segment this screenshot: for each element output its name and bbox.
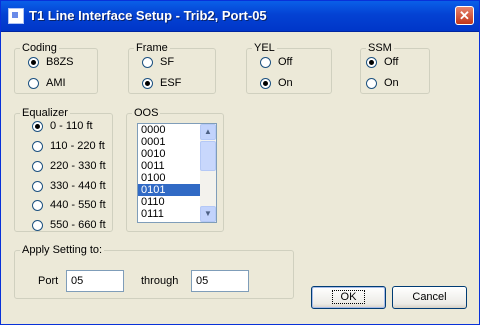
radio-indicator (32, 160, 43, 172)
app-icon (8, 8, 24, 24)
apply-group: Apply Setting to: (14, 244, 294, 299)
radio-label: 550 - 660 ft (50, 219, 106, 231)
radio-yel-on[interactable]: On (260, 77, 293, 89)
radio-frame-sf[interactable]: SF (142, 56, 174, 68)
through-input[interactable]: 05 (191, 270, 249, 292)
radio-eq-440-550[interactable]: 440 - 550 ft (32, 199, 106, 211)
radio-indicator (32, 140, 43, 152)
radio-label: Off (384, 56, 399, 68)
radio-label: Off (278, 56, 293, 68)
radio-indicator (28, 56, 39, 68)
dialog-window: T1 Line Interface Setup - Trib2, Port-05… (0, 0, 480, 325)
equalizer-label: Equalizer (22, 107, 68, 119)
cancel-button[interactable]: Cancel (392, 286, 467, 309)
list-item[interactable]: 0111 (138, 208, 203, 220)
oos-label: OOS (134, 107, 159, 119)
ok-button[interactable]: OK (311, 286, 386, 309)
radio-indicator (32, 219, 43, 231)
radio-ssm-off[interactable]: Off (366, 56, 398, 68)
radio-label: 440 - 550 ft (50, 199, 106, 211)
radio-indicator (32, 180, 43, 192)
port-input[interactable]: 05 (66, 270, 124, 292)
list-item[interactable]: 0010 (138, 148, 203, 160)
radio-frame-esf[interactable]: ESF (142, 77, 181, 89)
coding-label: Coding (22, 42, 57, 54)
close-button[interactable]: ✕ (455, 6, 474, 25)
window-title: T1 Line Interface Setup - Trib2, Port-05 (29, 8, 267, 23)
radio-label: On (384, 77, 399, 89)
radio-label: 330 - 440 ft (50, 180, 106, 192)
radio-coding-b8zs[interactable]: B8ZS (28, 56, 74, 68)
radio-indicator (366, 56, 377, 68)
radio-eq-550-660[interactable]: 550 - 660 ft (32, 219, 106, 231)
radio-indicator (28, 77, 39, 89)
list-item[interactable]: 0001 (138, 136, 203, 148)
radio-eq-220-330[interactable]: 220 - 330 ft (32, 160, 106, 172)
ssm-label: SSM (368, 42, 392, 54)
radio-indicator (260, 56, 271, 68)
frame-label: Frame (136, 42, 168, 54)
oos-listbox[interactable]: 0000 0001 0010 0011 0100 0101 0110 0111 … (137, 123, 217, 223)
radio-indicator (142, 77, 153, 89)
radio-label: 110 - 220 ft (50, 140, 105, 152)
apply-label: Apply Setting to: (22, 244, 103, 256)
radio-ssm-on[interactable]: On (366, 77, 399, 89)
ok-button-label: OK (331, 290, 366, 304)
radio-eq-330-440[interactable]: 330 - 440 ft (32, 180, 106, 192)
radio-eq-110-220[interactable]: 110 - 220 ft (32, 140, 105, 152)
radio-label: 220 - 330 ft (50, 160, 106, 172)
radio-indicator (260, 77, 271, 89)
radio-label: SF (160, 56, 175, 68)
scroll-up-icon[interactable]: ▲ (200, 124, 216, 140)
radio-indicator (366, 77, 377, 89)
list-item-selected[interactable]: 0101 (138, 184, 203, 196)
listbox-scrollbar[interactable]: ▲ ▼ (200, 124, 216, 222)
radio-eq-0-110[interactable]: 0 - 110 ft (32, 120, 93, 132)
radio-coding-ami[interactable]: AMI (28, 77, 66, 89)
list-item[interactable]: 0011 (138, 160, 203, 172)
radio-indicator (32, 199, 43, 211)
scroll-thumb[interactable] (200, 141, 216, 171)
radio-indicator (32, 120, 43, 132)
port-label: Port (38, 275, 59, 287)
list-item[interactable]: 0000 (138, 124, 203, 136)
radio-label: ESF (160, 77, 182, 89)
radio-yel-off[interactable]: Off (260, 56, 292, 68)
radio-indicator (142, 56, 153, 68)
list-item[interactable]: 0100 (138, 172, 203, 184)
title-bar[interactable]: T1 Line Interface Setup - Trib2, Port-05… (1, 1, 479, 32)
list-item[interactable]: 0110 (138, 196, 203, 208)
dialog-content: Coding B8ZS AMI Frame SF ESF YEL Off On … (4, 32, 476, 321)
radio-label: 0 - 110 ft (50, 120, 93, 132)
radio-label: On (278, 77, 293, 89)
yel-label: YEL (254, 42, 275, 54)
radio-label: B8ZS (46, 56, 74, 68)
radio-label: AMI (46, 77, 66, 89)
through-label: through (141, 275, 179, 287)
scroll-down-icon[interactable]: ▼ (200, 206, 216, 222)
